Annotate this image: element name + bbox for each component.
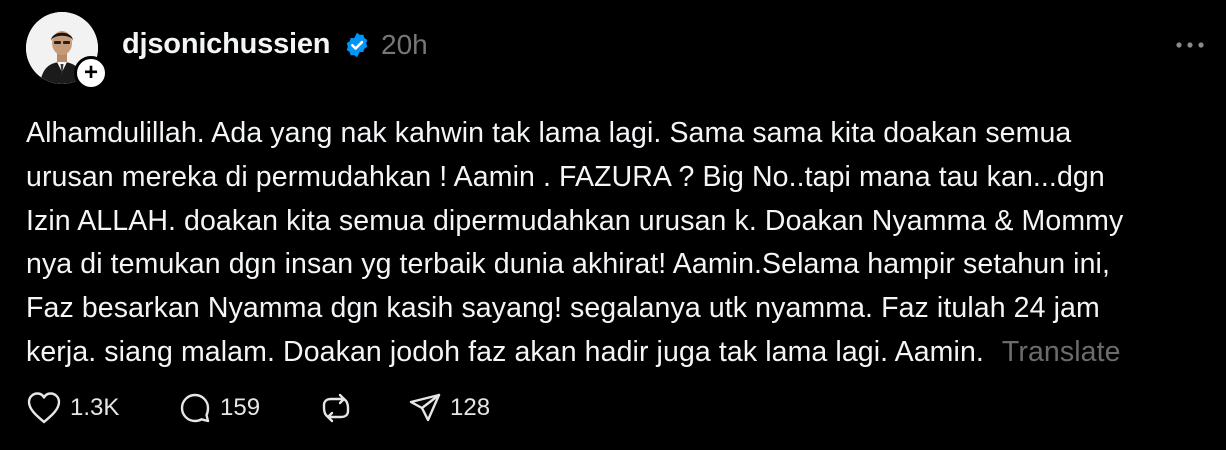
post-line: urusan mereka di permudahkan ! Aamin . F… [26, 160, 1105, 193]
thread-post: + djsonichussien 20h Alhamdulillah. Ada … [0, 0, 1226, 450]
post-timestamp: 20h [381, 29, 428, 60]
share-count: 128 [450, 394, 491, 421]
post-line: nya di temukan dgn insan yg terbaik duni… [26, 248, 1111, 281]
verified-badge-icon [346, 32, 368, 58]
share-button[interactable]: 128 [408, 388, 490, 428]
like-count: 1.3K [70, 394, 120, 421]
reply-count: 159 [220, 394, 261, 421]
send-icon [409, 393, 441, 422]
post-line: Alhamdulillah. Ada yang nak kahwin tak l… [26, 117, 1072, 149]
heart-icon [27, 392, 61, 424]
translate-link[interactable]: Translate [1002, 336, 1121, 368]
repost-button[interactable] [320, 388, 352, 428]
post-body: Alhamdulillah. Ada yang nak kahwin tak l… [26, 112, 1206, 375]
comment-icon [180, 393, 210, 423]
post-line-text: kerja. siang malam. Doakan jodoh faz aka… [26, 335, 984, 368]
reply-button[interactable]: 159 [178, 388, 260, 428]
avatar-container[interactable]: + [26, 12, 108, 90]
more-options-icon[interactable] [1174, 36, 1206, 54]
repost-icon [322, 393, 350, 423]
author-username[interactable]: djsonichussien [122, 28, 331, 61]
follow-plus-icon[interactable]: + [74, 56, 108, 90]
post-line: Izin ALLAH. doakan kita semua dipermudah… [26, 204, 1124, 237]
post-line: Faz besarkan Nyamma dgn kasih sayang! se… [26, 292, 1100, 325]
post-line-last: kerja. siang malam. Doakan jodoh faz aka… [26, 331, 1206, 375]
like-button[interactable]: 1.3K [26, 388, 119, 428]
